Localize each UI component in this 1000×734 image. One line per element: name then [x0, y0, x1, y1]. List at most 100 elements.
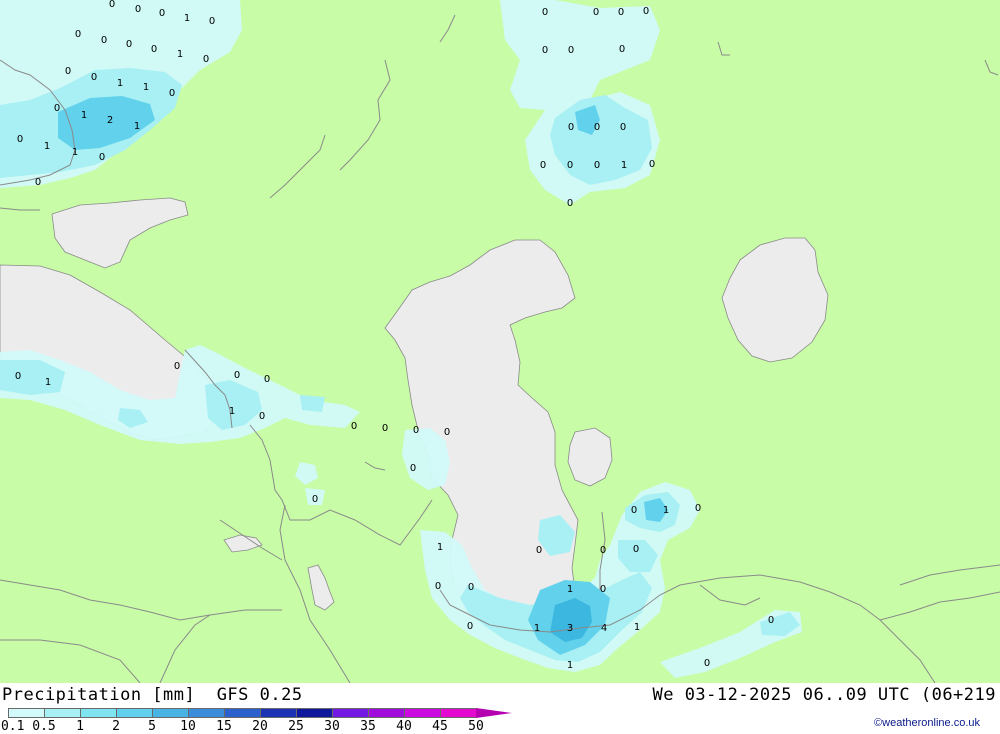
legend-swatch: [80, 708, 116, 718]
map-value: 0: [151, 44, 157, 55]
map-value: 0: [99, 152, 105, 163]
map-value: 0: [435, 581, 441, 592]
map-value: 0: [633, 544, 639, 555]
legend-tick-label: 10: [180, 719, 196, 734]
legend-tick-label: 50: [468, 719, 484, 734]
legend-tick-label: 40: [396, 719, 412, 734]
source-credit: ©weatheronline.co.uk: [874, 717, 980, 729]
map-value: 0: [351, 421, 357, 432]
legend-swatch: [116, 708, 152, 718]
map-value: 1: [177, 49, 183, 60]
map-value: 0: [101, 35, 107, 46]
map-value: 0: [17, 134, 23, 145]
map-value: 0: [567, 198, 573, 209]
map-value: 0: [643, 6, 649, 17]
forecast-time: We 03-12-2025 06..09 UTC (06+219: [652, 685, 996, 705]
legend-tick-label: 45: [432, 719, 448, 734]
map-value: 0: [174, 361, 180, 372]
map-value: 0: [135, 4, 141, 15]
map-value: 0: [768, 615, 774, 626]
legend-tick-labels: 0.1 0.5 1 2 5 10 15 20 25 30 35 40 45 50: [0, 719, 560, 734]
map-value: 1: [184, 13, 190, 24]
map-value: 0: [618, 7, 624, 18]
legend-swatch: [440, 708, 476, 718]
map-value: 0: [540, 160, 546, 171]
map-value: 0: [209, 16, 215, 27]
map-value: 0: [704, 658, 710, 669]
map-value: 1: [117, 78, 123, 89]
map-value: 0: [91, 72, 97, 83]
legend-tick-label: 5: [148, 719, 156, 734]
legend-tick-label: 0.5: [32, 719, 56, 734]
map-value: 0: [54, 103, 60, 114]
map-value: 1: [81, 110, 87, 121]
map-value: 1: [44, 141, 50, 152]
map-value: 0: [568, 45, 574, 56]
map-value: 0: [75, 29, 81, 40]
legend-swatch: [44, 708, 80, 718]
map-value: 0: [593, 7, 599, 18]
map-value: 0: [600, 584, 606, 595]
map-value: 0: [382, 423, 388, 434]
map-value: 0: [312, 494, 318, 505]
map-value: 0: [631, 505, 637, 516]
map-value: 1: [567, 584, 573, 595]
legend-tick-label: 15: [216, 719, 232, 734]
map-value: 0: [126, 39, 132, 50]
map-value: 0: [109, 0, 115, 10]
map-value: 1: [45, 377, 51, 388]
map-value: 0: [467, 621, 473, 632]
map-value: 0: [594, 160, 600, 171]
map-value: 1: [437, 542, 443, 553]
map-value: 1: [143, 82, 149, 93]
map-value: 2: [107, 115, 113, 126]
legend-swatch: [332, 708, 368, 718]
map-value: 0: [65, 66, 71, 77]
map-value: 1: [567, 660, 573, 671]
map-value: 0: [649, 159, 655, 170]
map-value: 0: [536, 545, 542, 556]
legend-swatch: [188, 708, 224, 718]
precipitation-map: 0 0 0 1 0 0 0 0 0 1 0 0 0 1 1 0 0 1 2 1 …: [0, 0, 1000, 683]
map-value: 0: [410, 463, 416, 474]
map-value: 1: [621, 160, 627, 171]
legend-swatch: [368, 708, 404, 718]
map-value: 0: [169, 88, 175, 99]
legend-swatch: [224, 708, 260, 718]
legend-swatch: [260, 708, 296, 718]
legend-swatch: [404, 708, 440, 718]
map-value: 1: [134, 121, 140, 132]
legend-arrow: [476, 708, 512, 718]
map-value: 0: [568, 122, 574, 133]
legend-tick-label: 20: [252, 719, 268, 734]
map-value: 0: [542, 7, 548, 18]
legend-tick-label: 0.1: [0, 719, 25, 734]
legend-tick-label: 1: [76, 719, 84, 734]
color-legend: [8, 708, 512, 718]
legend-tick-label: 35: [360, 719, 376, 734]
legend-swatch: [296, 708, 332, 718]
map-value: 3: [567, 623, 573, 634]
map-value: 0: [619, 44, 625, 55]
map-value: 0: [259, 411, 265, 422]
map-value: 1: [663, 505, 669, 516]
legend-swatch: [152, 708, 188, 718]
legend-swatch: [8, 708, 44, 718]
map-value: 4: [601, 623, 607, 634]
map-value: 0: [234, 370, 240, 381]
kara-bogaz-gol: [567, 427, 613, 487]
legend-tick-label: 2: [112, 719, 120, 734]
map-value: 0: [264, 374, 270, 385]
map-value: 0: [594, 122, 600, 133]
map-value: 0: [620, 122, 626, 133]
map-value: 0: [35, 177, 41, 188]
map-value: 0: [567, 160, 573, 171]
map-value: 0: [413, 425, 419, 436]
map-value: 0: [468, 582, 474, 593]
map-footer: Precipitation [mm] GFS 0.25 We 03-12-202…: [0, 683, 1000, 734]
map-value: 1: [534, 623, 540, 634]
map-value: 0: [159, 8, 165, 19]
map-value: 0: [444, 427, 450, 438]
map-value: 0: [695, 503, 701, 514]
map-value: 0: [600, 545, 606, 556]
